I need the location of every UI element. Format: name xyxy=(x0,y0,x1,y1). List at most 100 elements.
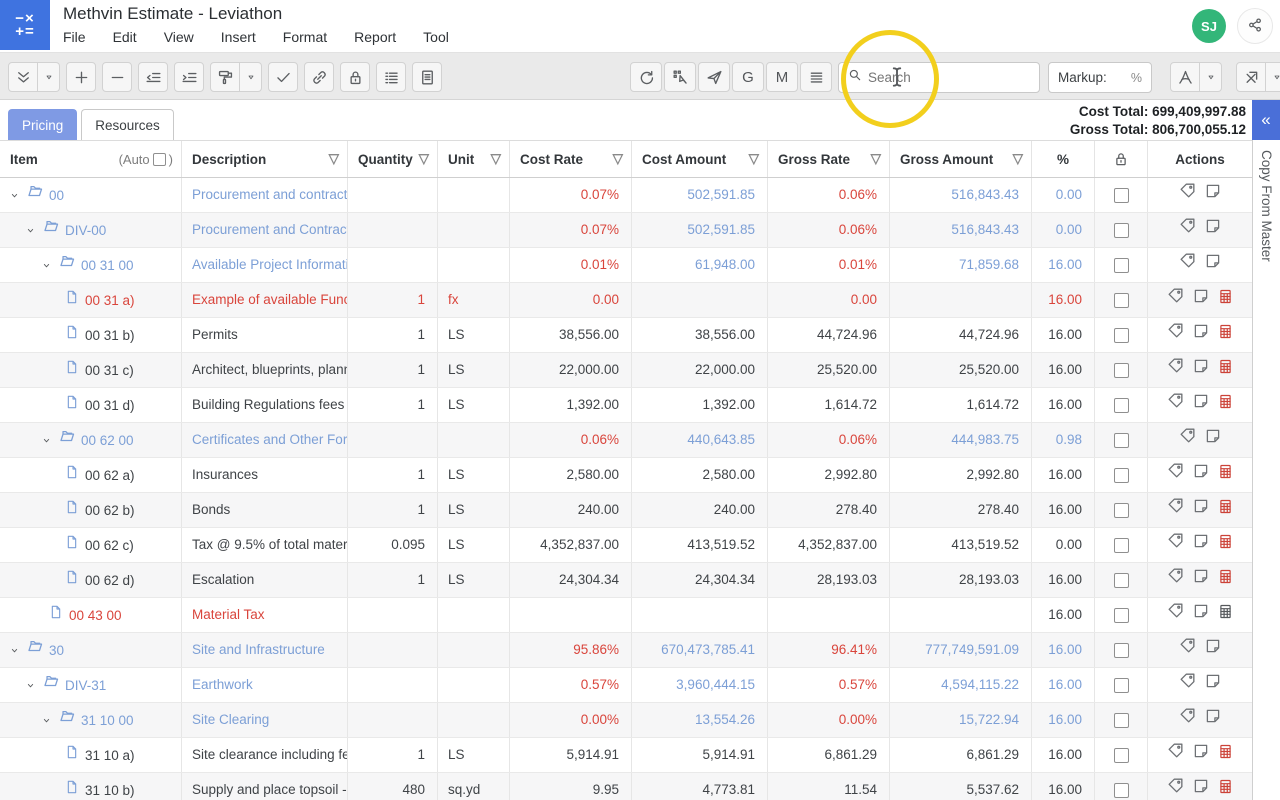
gross-rate-cell[interactable]: 0.01% xyxy=(768,248,890,282)
menu-item-format[interactable]: Format xyxy=(283,29,327,45)
gross-amount-cell[interactable]: 444,983.75 xyxy=(890,423,1032,457)
menu-button[interactable] xyxy=(800,62,832,92)
table-row[interactable]: 00 31 b)Permits1LS38,556.0038,556.0044,7… xyxy=(0,318,1252,353)
percent-cell[interactable]: 16.00 xyxy=(1032,703,1095,737)
cost-rate-cell[interactable]: 4,352,837.00 xyxy=(510,528,632,562)
column-header-item[interactable]: Item(Auto) xyxy=(0,141,182,177)
note-icon[interactable] xyxy=(1204,249,1222,282)
note-icon[interactable] xyxy=(1192,739,1210,772)
worksheet-icon[interactable] xyxy=(1217,389,1234,422)
gross-rate-cell[interactable]: 1,614.72 xyxy=(768,388,890,422)
percent-cell[interactable]: 16.00 xyxy=(1032,563,1095,597)
quantity-cell[interactable]: 480 xyxy=(348,773,438,800)
unit-cell[interactable] xyxy=(438,633,510,667)
unit-cell[interactable] xyxy=(438,248,510,282)
item-cell[interactable]: 00 31 a) xyxy=(0,283,182,317)
unit-cell[interactable] xyxy=(438,668,510,702)
copy-from-master-rail[interactable]: Copy From Master xyxy=(1252,140,1280,800)
lock-checkbox[interactable] xyxy=(1114,223,1129,238)
quantity-cell[interactable] xyxy=(348,668,438,702)
table-row[interactable]: DIV-31Earthwork0.57%3,960,444.150.57%4,5… xyxy=(0,668,1252,703)
percent-cell[interactable]: 16.00 xyxy=(1032,668,1095,702)
filter-chevron-icon[interactable]: ▽ xyxy=(1013,151,1023,167)
tag-icon[interactable] xyxy=(1178,179,1197,212)
cost-amount-cell[interactable]: 61,948.00 xyxy=(632,248,768,282)
tab-resources[interactable]: Resources xyxy=(81,109,174,140)
search-input[interactable] xyxy=(868,70,1045,85)
percent-cell[interactable]: 16.00 xyxy=(1032,773,1095,800)
description-cell[interactable]: Permits xyxy=(182,318,348,352)
lock-checkbox[interactable] xyxy=(1114,713,1129,728)
worksheet-icon[interactable] xyxy=(1217,739,1234,772)
cost-amount-cell[interactable]: 1,392.00 xyxy=(632,388,768,422)
worksheet-icon[interactable] xyxy=(1217,319,1234,352)
column-header-act[interactable]: Actions xyxy=(1148,141,1252,177)
description-cell[interactable]: Example of available Functions xyxy=(182,283,348,317)
table-row[interactable]: 31 10 b)Supply and place topsoil - 100mm… xyxy=(0,773,1252,800)
item-cell[interactable]: 31 10 00 xyxy=(0,703,182,737)
table-row[interactable]: 00 62 d)Escalation1LS24,304.3424,304.342… xyxy=(0,563,1252,598)
description-cell[interactable]: Architect, blueprints, planning xyxy=(182,353,348,387)
quantity-cell[interactable]: 0.095 xyxy=(348,528,438,562)
table-row[interactable]: 00 31 d)Building Regulations fees1LS1,39… xyxy=(0,388,1252,423)
menu-item-insert[interactable]: Insert xyxy=(221,29,256,45)
item-cell[interactable]: 00 43 00 xyxy=(0,598,182,632)
quantity-cell[interactable]: 1 xyxy=(348,458,438,492)
expand-all-button[interactable] xyxy=(8,62,38,92)
lock-checkbox[interactable] xyxy=(1114,363,1129,378)
column-header-camt[interactable]: Cost Amount▽ xyxy=(632,141,768,177)
outdent-button[interactable] xyxy=(138,62,168,92)
search-box[interactable] xyxy=(838,62,1040,93)
select-button[interactable] xyxy=(664,62,696,92)
tag-icon[interactable] xyxy=(1166,459,1185,492)
tag-icon[interactable] xyxy=(1166,599,1185,632)
gross-rate-cell[interactable]: 0.06% xyxy=(768,423,890,457)
quantity-cell[interactable]: 1 xyxy=(348,738,438,772)
gross-rate-cell[interactable]: 44,724.96 xyxy=(768,318,890,352)
note-icon[interactable] xyxy=(1192,354,1210,387)
gross-amount-cell[interactable]: 1,614.72 xyxy=(890,388,1032,422)
note-icon[interactable] xyxy=(1192,459,1210,492)
gross-rate-cell[interactable]: 6,861.29 xyxy=(768,738,890,772)
table-row[interactable]: 30Site and Infrastructure95.86%670,473,7… xyxy=(0,633,1252,668)
quantity-cell[interactable]: 1 xyxy=(348,388,438,422)
item-cell[interactable]: DIV-31 xyxy=(0,668,182,702)
tab-pricing[interactable]: Pricing xyxy=(8,109,77,140)
note-icon[interactable] xyxy=(1204,179,1222,212)
unit-cell[interactable]: fx xyxy=(438,283,510,317)
list-button[interactable] xyxy=(376,62,406,92)
gross-amount-cell[interactable]: 516,843.43 xyxy=(890,213,1032,247)
gross-amount-cell[interactable]: 25,520.00 xyxy=(890,353,1032,387)
tag-icon[interactable] xyxy=(1178,214,1197,247)
quantity-cell[interactable] xyxy=(348,248,438,282)
lock-checkbox[interactable] xyxy=(1114,468,1129,483)
cost-amount-cell[interactable] xyxy=(632,598,768,632)
description-cell[interactable]: Site Clearing xyxy=(182,703,348,737)
lock-checkbox[interactable] xyxy=(1114,503,1129,518)
cost-amount-cell[interactable]: 670,473,785.41 xyxy=(632,633,768,667)
table-row[interactable]: DIV-00Procurement and Contracting Requir… xyxy=(0,213,1252,248)
cost-rate-cell[interactable] xyxy=(510,598,632,632)
dropdown-chevron-icon[interactable] xyxy=(38,62,60,92)
unit-cell[interactable] xyxy=(438,703,510,737)
tag-icon[interactable] xyxy=(1178,669,1197,702)
tag-icon[interactable] xyxy=(1166,284,1185,317)
column-header-grate[interactable]: Gross Rate▽ xyxy=(768,141,890,177)
percent-cell[interactable]: 0.00 xyxy=(1032,213,1095,247)
note-icon[interactable] xyxy=(1192,529,1210,562)
plus-button[interactable] xyxy=(66,62,96,92)
description-cell[interactable]: Insurances xyxy=(182,458,348,492)
table-row[interactable]: 00Procurement and contracting requiremen… xyxy=(0,178,1252,213)
lock-button[interactable] xyxy=(340,62,370,92)
minus-button[interactable] xyxy=(102,62,132,92)
lock-checkbox[interactable] xyxy=(1114,783,1129,798)
column-header-lock[interactable] xyxy=(1095,141,1148,177)
quantity-cell[interactable]: 1 xyxy=(348,353,438,387)
quantity-cell[interactable] xyxy=(348,633,438,667)
doc-button[interactable] xyxy=(412,62,442,92)
cost-amount-cell[interactable] xyxy=(632,283,768,317)
cost-amount-cell[interactable]: 38,556.00 xyxy=(632,318,768,352)
cost-rate-cell[interactable]: 240.00 xyxy=(510,493,632,527)
gross-amount-cell[interactable] xyxy=(890,283,1032,317)
quantity-cell[interactable]: 1 xyxy=(348,563,438,597)
